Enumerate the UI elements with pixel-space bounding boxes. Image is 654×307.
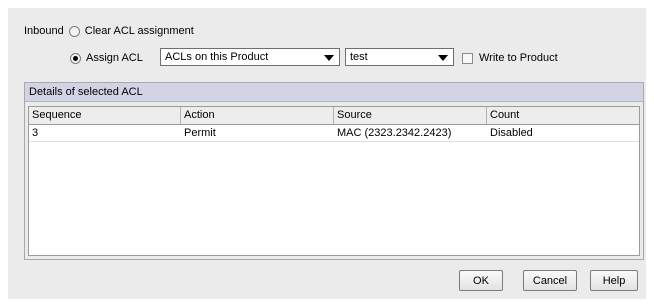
acl-name-select[interactable]: test — [345, 48, 454, 66]
cancel-button[interactable]: Cancel — [523, 270, 577, 291]
cell-action: Permit — [184, 127, 216, 139]
write-to-product-checkbox[interactable] — [462, 52, 473, 64]
write-to-product-label[interactable]: Write to Product — [479, 52, 558, 64]
acl-details-table[interactable]: Sequence Action Source Count 3 Permit MA… — [28, 106, 640, 256]
clear-acl-label[interactable]: Clear ACL assignment — [85, 25, 194, 37]
cell-source: MAC (2323.2342.2423) — [337, 127, 452, 139]
chevron-down-icon[interactable] — [324, 55, 334, 61]
acl-name-value: test — [350, 51, 368, 63]
ok-button[interactable]: OK — [459, 270, 503, 291]
details-panel: Details of selected ACL Sequence Action … — [24, 82, 644, 260]
write-to-product-row: Write to Product — [462, 52, 558, 64]
assign-acl-row: Assign ACL — [70, 52, 143, 64]
inbound-label: Inbound — [24, 25, 64, 37]
clear-acl-radio[interactable] — [68, 25, 80, 37]
column-header-source[interactable]: Source — [334, 107, 487, 124]
assign-acl-label[interactable]: Assign ACL — [86, 52, 143, 64]
table-row[interactable]: 3 Permit MAC (2323.2342.2423) Disabled — [29, 125, 639, 142]
assign-acl-radio[interactable] — [70, 52, 81, 64]
column-header-sequence[interactable]: Sequence — [29, 107, 181, 124]
acl-source-value: ACLs on this Product — [165, 51, 269, 63]
acl-assignment-dialog: Inbound Clear ACL assignment Assign ACL … — [8, 8, 646, 299]
table-header: Sequence Action Source Count — [29, 107, 639, 125]
chevron-down-icon[interactable] — [438, 55, 448, 61]
column-header-count[interactable]: Count — [487, 107, 639, 124]
cell-count: Disabled — [490, 127, 533, 139]
details-panel-title: Details of selected ACL — [25, 83, 643, 102]
help-button[interactable]: Help — [590, 270, 638, 291]
cell-sequence: 3 — [32, 127, 39, 139]
inbound-row: Inbound Clear ACL assignment — [24, 25, 194, 37]
column-header-action[interactable]: Action — [181, 107, 334, 124]
acl-source-select[interactable]: ACLs on this Product — [160, 48, 340, 66]
